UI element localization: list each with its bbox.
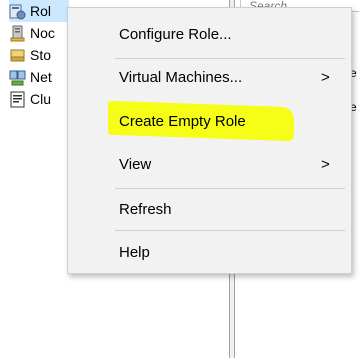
tree-item-networks[interactable]: Net	[9, 66, 69, 88]
menu-item-label: Help	[119, 243, 150, 261]
menu-item-label: Configure Role...	[119, 25, 232, 43]
menu-item-label: Create Empty Role	[119, 112, 246, 130]
menu-item-label: View	[119, 155, 152, 173]
menu-item-label: Refresh	[119, 200, 172, 218]
menu-separator	[115, 230, 345, 231]
tree-item-label: Sto	[30, 47, 52, 63]
menu-item-label: Virtual Machines...	[119, 68, 243, 86]
menu-item-configure-role[interactable]: Configure Role...	[68, 17, 351, 51]
networks-icon	[9, 70, 26, 85]
roles-icon	[9, 4, 26, 19]
cluster-events-icon	[10, 91, 25, 107]
chevron-right-icon: >	[321, 68, 330, 86]
tree-item-nodes[interactable]: Noc	[9, 22, 69, 44]
menu-item-help[interactable]: Help	[68, 235, 351, 269]
chevron-right-icon: >	[321, 155, 330, 173]
tree-item-roles[interactable]: Rol	[9, 0, 69, 22]
menu-item-view[interactable]: View >	[68, 147, 351, 181]
context-menu: Configure Role... Virtual Machines... > …	[67, 7, 352, 274]
menu-separator	[115, 188, 345, 189]
menu-item-refresh[interactable]: Refresh	[68, 192, 351, 226]
tree-item-storage[interactable]: Sto	[9, 44, 69, 66]
storage-icon	[10, 49, 25, 61]
tree-item-label: Noc	[30, 25, 55, 41]
menu-item-create-empty-role[interactable]: Create Empty Role	[68, 104, 351, 138]
nodes-icon	[10, 25, 25, 41]
tree-item-label: Clu	[30, 91, 52, 107]
tree-item-label: Net	[30, 69, 52, 85]
menu-item-virtual-machines[interactable]: Virtual Machines... >	[68, 60, 351, 94]
menu-separator	[115, 58, 345, 59]
tree-item-label: Rol	[30, 3, 52, 19]
tree-item-cluster-events[interactable]: Clu	[9, 88, 69, 110]
